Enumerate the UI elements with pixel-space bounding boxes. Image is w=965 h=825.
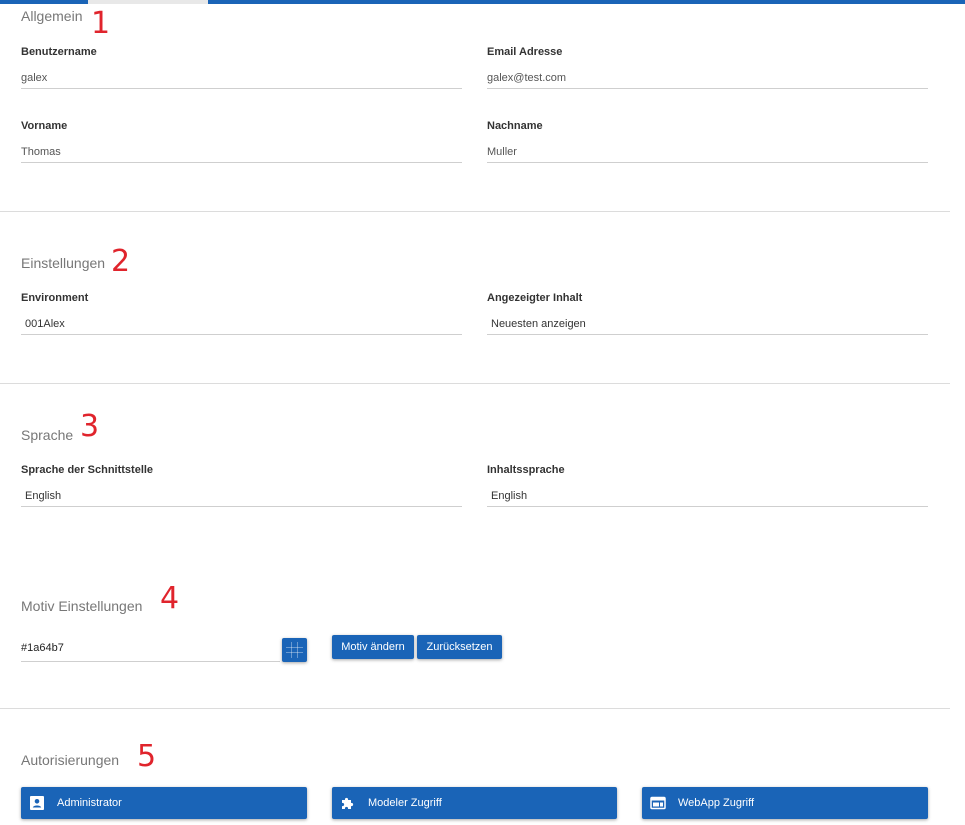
color-grid-icon xyxy=(286,642,303,658)
administrator-button[interactable]: Administrator xyxy=(21,787,307,819)
section-title-sprache: Sprache xyxy=(21,427,74,443)
annotation-marker-4: 4 xyxy=(160,581,180,616)
account-box-icon xyxy=(30,796,44,810)
nachname-label: Nachname xyxy=(487,120,543,132)
schnittstelle-label: Sprache der Schnittstelle xyxy=(21,464,154,476)
vorname-field[interactable]: Thomas xyxy=(21,141,462,163)
angezeigter-inhalt-label: Angezeigter Inhalt xyxy=(487,292,583,304)
environment-label: Environment xyxy=(21,292,89,304)
annotation-marker-5: 5 xyxy=(137,739,157,774)
section-divider xyxy=(0,383,950,384)
schnittstelle-select[interactable]: English xyxy=(21,485,462,507)
inhaltssprache-label: Inhaltssprache xyxy=(487,464,565,476)
active-tab-indicator xyxy=(88,0,208,4)
section-divider xyxy=(0,708,950,709)
modeler-zugriff-button[interactable]: Modeler Zugriff xyxy=(332,787,617,819)
modeler-zugriff-label: Modeler Zugriff xyxy=(368,797,442,809)
annotation-marker-1: 1 xyxy=(91,6,111,41)
theme-color-input[interactable]: #1a64b7 xyxy=(21,638,280,662)
nachname-field[interactable]: Muller xyxy=(487,141,928,163)
administrator-label: Administrator xyxy=(57,797,122,809)
motiv-aendern-button[interactable]: Motiv ändern xyxy=(332,635,414,659)
angezeigter-inhalt-select[interactable]: Neuesten anzeigen xyxy=(487,313,928,335)
section-divider xyxy=(0,211,950,212)
environment-select[interactable]: 001Alex xyxy=(21,313,462,335)
webapp-zugriff-button[interactable]: WebApp Zugriff xyxy=(642,787,928,819)
webapp-zugriff-label: WebApp Zugriff xyxy=(678,797,755,809)
annotation-marker-3: 3 xyxy=(80,409,100,444)
benutzername-label: Benutzername xyxy=(21,46,97,58)
section-title-motiv: Motiv Einstellungen xyxy=(21,598,143,614)
email-field[interactable]: galex@test.com xyxy=(487,67,928,89)
inhaltssprache-select[interactable]: English xyxy=(487,485,928,507)
section-title-einstellungen: Einstellungen xyxy=(21,255,106,271)
section-title-allgemein: Allgemein xyxy=(21,8,83,24)
annotation-marker-2: 2 xyxy=(111,244,131,279)
web-window-icon xyxy=(650,796,666,810)
benutzername-field[interactable]: galex xyxy=(21,67,462,89)
puzzle-icon xyxy=(342,797,354,809)
email-label: Email Adresse xyxy=(487,46,563,58)
section-title-autorisierungen: Autorisierungen xyxy=(21,752,120,768)
vorname-label: Vorname xyxy=(21,120,68,132)
zuruecksetzen-button[interactable]: Zurücksetzen xyxy=(417,635,502,659)
color-picker-button[interactable] xyxy=(282,638,307,662)
